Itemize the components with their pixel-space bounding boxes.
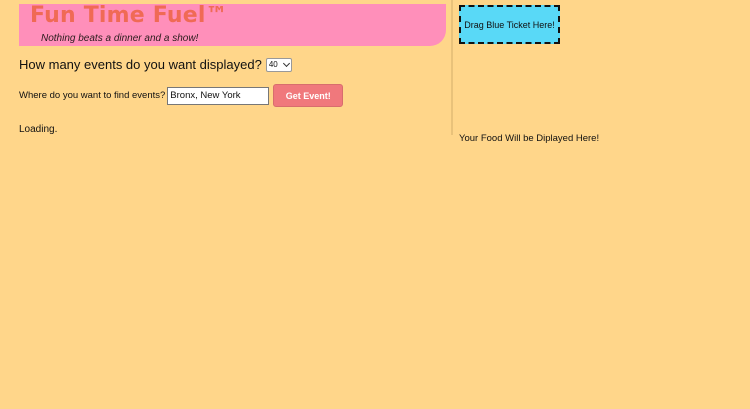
events-count-select[interactable]: 40 — [265, 57, 292, 72]
tagline: Nothing beats a dinner and a show! — [41, 33, 199, 44]
location-row: Where do you want to find events? Get Ev… — [19, 84, 344, 107]
loading-status: Loading. — [19, 124, 58, 135]
app-page: Fun Time Fuel™ Nothing beats a dinner an… — [0, 0, 750, 409]
header-banner: Fun Time Fuel™ Nothing beats a dinner an… — [19, 3, 446, 46]
location-label: Where do you want to find events? — [19, 90, 166, 101]
panel-divider — [451, 0, 453, 135]
events-count-value: 40 — [268, 60, 278, 69]
events-count-row: How many events do you want displayed? 4… — [19, 57, 292, 72]
get-event-button[interactable]: Get Event! — [273, 84, 344, 107]
ticket-drop-zone[interactable]: Drag Blue Ticket Here! — [459, 5, 560, 44]
brand-title: Fun Time Fuel™ — [30, 3, 228, 28]
location-input[interactable] — [167, 86, 270, 105]
food-display-label: Your Food Will be Diplayed Here! — [459, 133, 600, 144]
chevron-down-icon — [282, 59, 290, 68]
events-count-label: How many events do you want displayed? — [19, 57, 262, 72]
events-panel: Fun Time Fuel™ Nothing beats a dinner an… — [0, 0, 452, 409]
